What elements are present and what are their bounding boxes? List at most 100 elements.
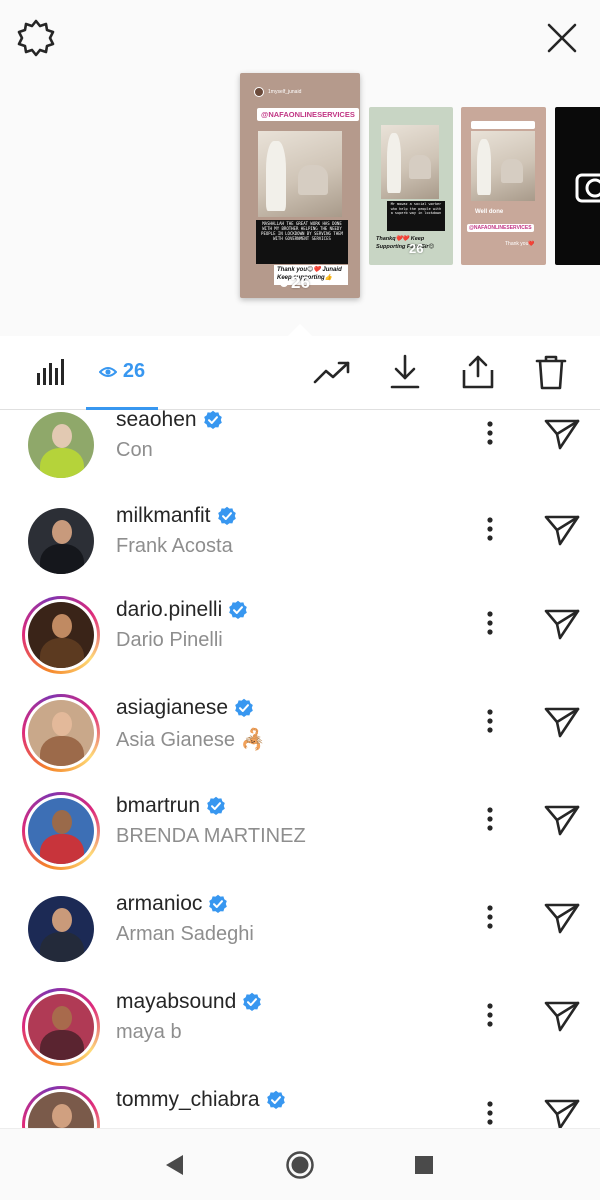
viewer-username[interactable]: bmartrun (116, 794, 226, 818)
promote-button[interactable] (306, 336, 358, 408)
username-text: milkmanfit (116, 504, 211, 527)
verified-badge-icon (207, 796, 225, 815)
nav-back-button[interactable] (152, 1143, 196, 1187)
avatar[interactable] (22, 502, 100, 580)
viewer-count: 26 (122, 360, 146, 382)
camera-icon (575, 173, 600, 203)
viewer-row[interactable]: asiagianese Asia Gianese 🦂 (0, 694, 600, 792)
settings-button[interactable] (14, 16, 58, 60)
send-icon (544, 609, 580, 640)
avatar-image (28, 602, 94, 668)
viewer-username[interactable]: seaohen (116, 410, 223, 432)
story-thumbnail-4[interactable] (555, 107, 600, 265)
story-thumbnail-2[interactable]: Mr mowaz a social worker who help the pe… (369, 107, 453, 265)
share-button[interactable] (453, 336, 503, 408)
viewer-row[interactable]: mayabsound maya b (0, 988, 600, 1086)
send-message-button[interactable] (542, 604, 582, 644)
viewer-username[interactable]: armanioc (116, 892, 228, 916)
story-sticker: Well done (475, 209, 504, 215)
nav-home-button[interactable] (278, 1143, 322, 1187)
avatar-story-ring[interactable] (22, 596, 100, 674)
more-vertical-icon (487, 1101, 493, 1125)
send-message-button[interactable] (542, 702, 582, 742)
viewer-row[interactable]: seaohen Con (0, 410, 600, 504)
avatar-story-ring[interactable] (22, 1086, 100, 1128)
username-text: armanioc (116, 892, 203, 915)
download-button[interactable] (380, 336, 430, 408)
story-photo (381, 125, 439, 199)
send-icon (544, 805, 580, 836)
viewer-full-name: Asia Gianese 🦂 (116, 729, 266, 751)
send-icon (544, 419, 580, 450)
viewer-username[interactable]: tommy_chiabra (116, 1088, 286, 1112)
avatar[interactable] (22, 890, 100, 968)
story-thumbnail-3[interactable]: Well done @NAFAONLINESERVICES Thank you❤… (461, 107, 546, 265)
more-options-button[interactable] (476, 902, 504, 932)
verified-badge-icon (217, 506, 236, 525)
viewer-username[interactable]: mayabsound (116, 990, 262, 1014)
system-nav-bar (0, 1128, 600, 1200)
avatar-story-ring[interactable] (22, 988, 100, 1066)
trash-icon (535, 355, 567, 390)
more-options-button[interactable] (476, 1000, 504, 1030)
viewer-username[interactable]: dario.pinelli (116, 598, 248, 622)
story-caption: MASHALLAH THE GREAT WORK HAS DONE WITH M… (256, 220, 348, 264)
insights-tab[interactable] (22, 336, 78, 408)
close-icon (547, 23, 577, 53)
recents-square-icon (415, 1156, 433, 1174)
send-message-button[interactable] (542, 898, 582, 938)
story-note: Thank you❤️ (505, 241, 535, 247)
more-options-button[interactable] (476, 1098, 504, 1128)
send-message-button[interactable] (542, 1094, 582, 1128)
send-message-button[interactable] (542, 510, 582, 550)
username-text: bmartrun (116, 794, 201, 817)
verified-badge-icon (235, 698, 253, 717)
delete-button[interactable] (526, 336, 576, 408)
back-triangle-icon (166, 1155, 183, 1175)
username-text: mayabsound (116, 990, 237, 1013)
verified-badge-icon (203, 410, 222, 429)
more-options-button[interactable] (476, 608, 504, 638)
selection-pointer (286, 322, 314, 336)
verified-badge-icon (266, 1090, 285, 1109)
more-options-button[interactable] (476, 706, 504, 736)
bar-chart-icon (37, 359, 64, 385)
more-vertical-icon (487, 421, 493, 445)
viewer-username[interactable]: milkmanfit (116, 504, 237, 528)
story-photo (471, 131, 535, 201)
viewer-row[interactable]: dario.pinelli Dario Pinelli (0, 596, 600, 694)
home-circle-icon (286, 1151, 314, 1179)
more-options-button[interactable] (476, 514, 504, 544)
story-mention-tag: @NAFAONLINESERVICES (467, 224, 534, 232)
viewer-list[interactable]: seaohen Con milkmanfit Frank Acosta dario.pi… (0, 410, 600, 1128)
avatar-story-ring[interactable] (22, 694, 100, 772)
story-username: 1myself_junaid (268, 89, 302, 95)
send-message-button[interactable] (542, 414, 582, 454)
close-button[interactable] (540, 16, 584, 60)
more-options-button[interactable] (476, 804, 504, 834)
gear-icon (17, 19, 55, 57)
verified-badge-icon (229, 600, 248, 619)
avatar-image (28, 994, 94, 1060)
story-caption: Mr mowaz a social worker who help the pe… (387, 201, 445, 231)
story-thumbnail-selected[interactable]: 1myself_junaid @NAFAONLINESERVICES MASHA… (240, 73, 360, 298)
send-icon (544, 515, 580, 546)
send-message-button[interactable] (542, 996, 582, 1036)
nav-recents-button[interactable] (402, 1143, 446, 1187)
more-vertical-icon (487, 517, 493, 541)
viewer-username[interactable]: asiagianese (116, 696, 254, 720)
avatar-story-ring[interactable] (22, 792, 100, 870)
viewer-row[interactable]: armanioc Arman Sadeghi (0, 890, 600, 988)
viewer-full-name: BRENDA MARTINEZ (116, 825, 306, 847)
viewer-row[interactable]: bmartrun BRENDA MARTINEZ (0, 792, 600, 890)
more-options-button[interactable] (476, 418, 504, 448)
more-vertical-icon (487, 709, 493, 733)
avatar[interactable] (22, 410, 100, 484)
viewers-tab[interactable]: 26 (86, 336, 158, 410)
send-message-button[interactable] (542, 800, 582, 840)
more-vertical-icon (487, 1003, 493, 1027)
viewer-row[interactable]: tommy_chiabra (0, 1086, 600, 1128)
send-icon (544, 1001, 580, 1032)
viewer-row[interactable]: milkmanfit Frank Acosta (0, 502, 600, 600)
story-view-count: 26 (409, 241, 424, 256)
